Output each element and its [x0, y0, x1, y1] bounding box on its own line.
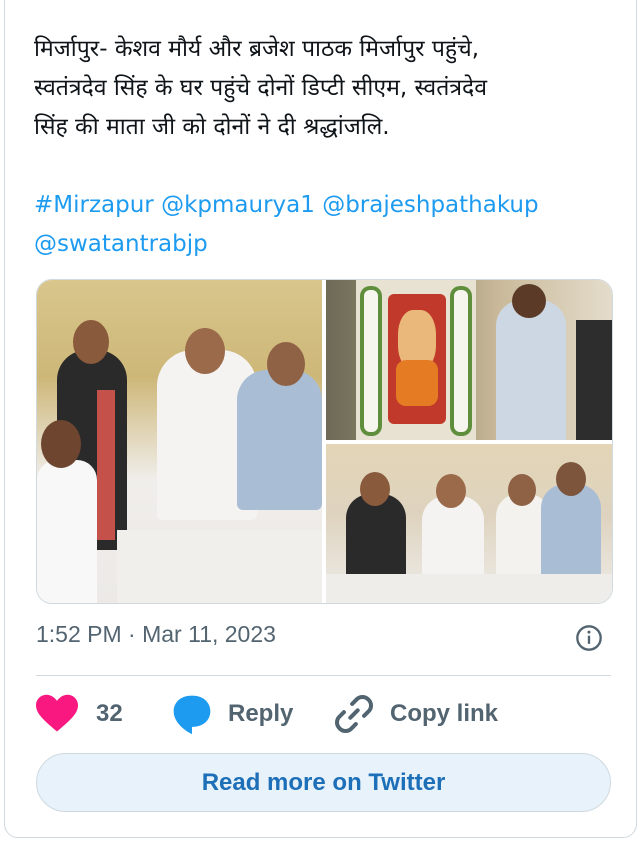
tweet-date: Mar 11, 2023	[142, 621, 276, 647]
link-icon	[334, 694, 374, 734]
media-grid	[36, 279, 613, 604]
info-icon[interactable]	[575, 624, 603, 652]
photo-seated-group[interactable]	[37, 280, 322, 603]
divider	[36, 675, 611, 676]
mention-link[interactable]: @swatantrabjp	[34, 231, 208, 257]
like-count: 32	[96, 700, 123, 727]
heart-icon	[36, 694, 78, 732]
tweet-timestamp[interactable]: 1:52 PM · Mar 11, 2023	[36, 621, 276, 648]
tweet-text-line: सिंह की माता जी को दोनों ने दी श्रद्धांज…	[34, 114, 390, 140]
tweet-time: 1:52 PM	[36, 621, 122, 647]
mention-line: @swatantrabjp	[34, 225, 609, 264]
tweet-text-line: मिर्जापुर- केशव मौर्य और ब्रजेश पाठक मिर…	[34, 36, 480, 62]
tweet-text-line: स्वतंत्रदेव सिंह के घर पहुंचे दोनों डिप्…	[34, 75, 488, 101]
timestamp-separator: ·	[128, 621, 136, 647]
copy-link-button[interactable]: Copy link	[332, 690, 498, 738]
tweet-text: मिर्जापुर- केशव मौर्य और ब्रजेश पाठक मिर…	[34, 30, 609, 264]
reply-button[interactable]: Reply	[170, 690, 293, 738]
hashtag-link[interactable]: #Mirzapur	[34, 192, 154, 218]
read-more-button[interactable]: Read more on Twitter	[36, 753, 611, 812]
tweet-actions: 32 Reply Copy link	[36, 690, 611, 738]
reply-label: Reply	[228, 700, 294, 727]
mention-link[interactable]: @kpmaurya1	[161, 192, 315, 218]
like-button[interactable]: 32	[36, 690, 123, 738]
reply-bubble-icon	[173, 695, 211, 735]
photo-seated-gathering[interactable]	[326, 444, 612, 603]
hashtag-line: #Mirzapur @kpmaurya1 @brajeshpathakup	[34, 186, 609, 225]
copy-link-label: Copy link	[390, 700, 499, 727]
photo-portrait-tribute[interactable]	[326, 280, 612, 440]
mention-link[interactable]: @brajeshpathakup	[322, 192, 538, 218]
